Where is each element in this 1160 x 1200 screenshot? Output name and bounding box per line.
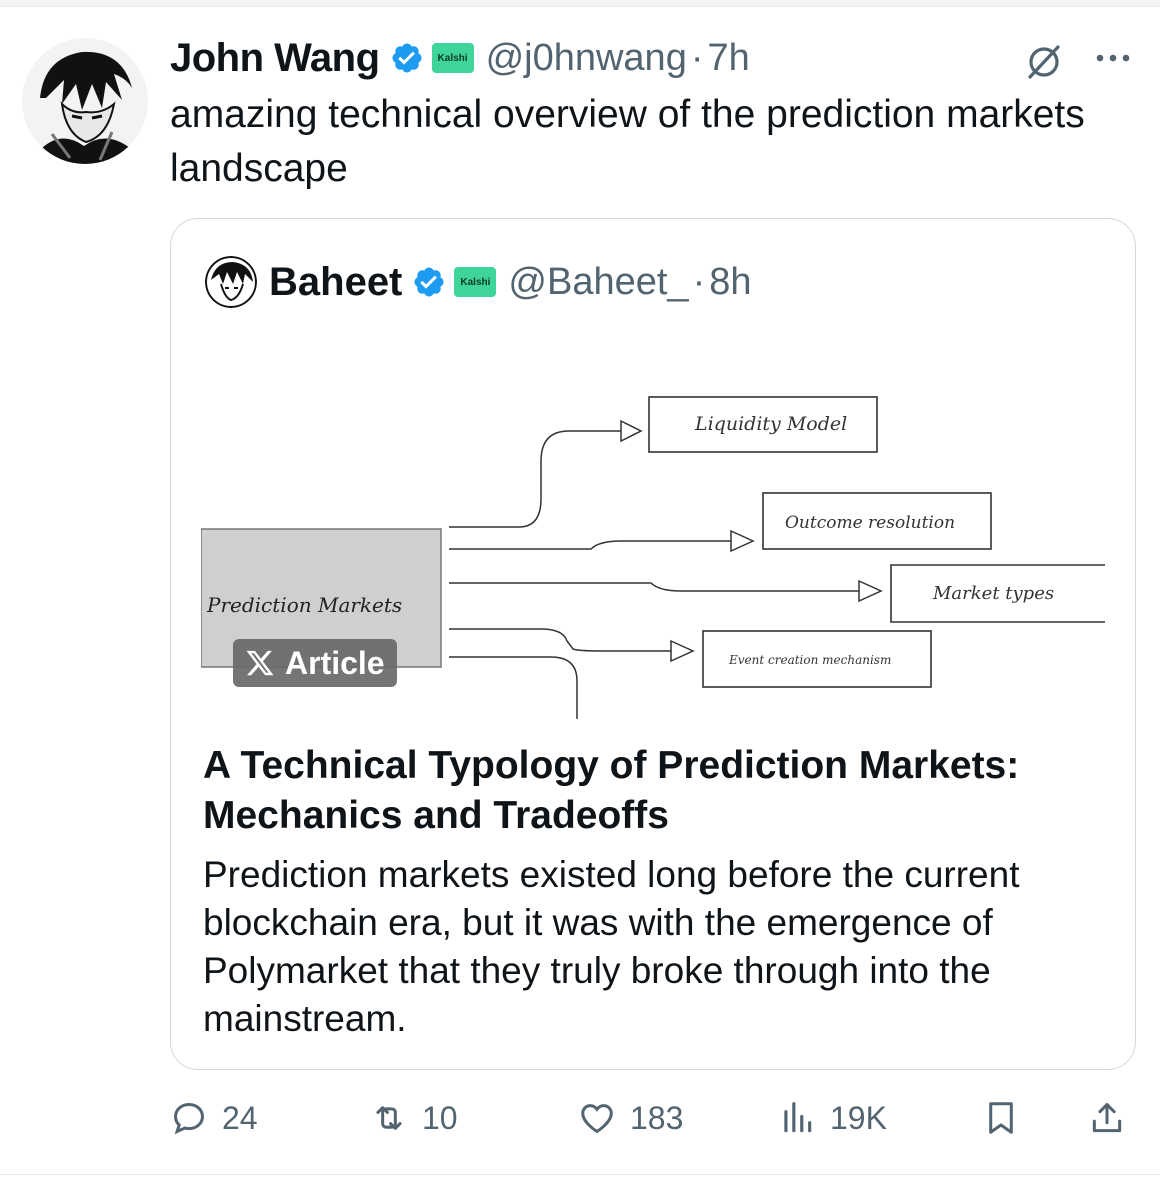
verified-icon <box>392 43 422 73</box>
top-divider <box>0 0 1160 7</box>
repost-icon <box>376 1106 402 1130</box>
views-count: 19K <box>830 1099 887 1136</box>
share-icon <box>1092 1103 1122 1133</box>
diagram-label-outcome: Outcome resolution <box>785 513 955 533</box>
quote-author-name[interactable]: Baheet <box>269 260 402 305</box>
bookmark-icon <box>989 1102 1013 1134</box>
verified-icon <box>414 267 444 297</box>
quote-author-avatar[interactable] <box>205 256 257 308</box>
grok-icon[interactable] <box>1022 40 1066 84</box>
repost-button[interactable]: 10 <box>370 1090 458 1146</box>
repost-count: 10 <box>422 1099 458 1136</box>
author-name[interactable]: John Wang <box>170 36 380 81</box>
reply-button[interactable]: 24 <box>170 1090 258 1146</box>
reply-count: 24 <box>222 1099 258 1136</box>
article-title[interactable]: A Technical Typology of Prediction Marke… <box>203 741 1103 841</box>
views-button[interactable]: 19K <box>778 1090 887 1146</box>
article-badge: Article <box>233 639 397 687</box>
quote-time[interactable]: 8h <box>709 261 751 304</box>
quote-author-handle[interactable]: @Baheet_ <box>508 261 688 304</box>
reply-icon <box>174 1103 204 1135</box>
diagram-root-label: Prediction Markets <box>206 593 402 617</box>
like-button[interactable]: 183 <box>578 1090 683 1146</box>
share-button[interactable] <box>1088 1090 1126 1146</box>
views-icon <box>784 1102 812 1133</box>
like-count: 183 <box>630 1099 684 1136</box>
quoted-tweet-card[interactable]: Baheet Kalshi @Baheet_ · 8h Prediction M… <box>170 218 1136 1070</box>
author-avatar[interactable] <box>22 38 148 164</box>
diagram-label-event-creation: Event creation mechanism <box>728 653 891 667</box>
article-description: Prediction markets existed long before t… <box>203 854 1020 1039</box>
like-icon <box>581 1104 613 1134</box>
kalshi-badge[interactable]: Kalshi <box>431 43 474 73</box>
tweet-time[interactable]: 7h <box>707 37 749 80</box>
quote-header: Baheet Kalshi @Baheet_ · 8h <box>205 256 752 308</box>
article-badge-label: Article <box>285 644 385 681</box>
x-logo-icon <box>246 650 274 676</box>
diagram-label-market-types: Market types <box>932 583 1054 604</box>
author-handle[interactable]: @j0hnwang <box>486 37 687 80</box>
separator-dot: · <box>692 260 706 303</box>
more-icon[interactable] <box>1092 44 1134 72</box>
action-bar: 24 10 183 19K <box>0 1090 1160 1146</box>
bottom-divider <box>0 1174 1160 1175</box>
tweet-text: amazing technical overview of the predic… <box>170 93 1085 190</box>
bookmark-button[interactable] <box>982 1090 1020 1146</box>
separator-dot: · <box>690 36 704 79</box>
tweet-header: John Wang Kalshi @j0hnwang · 7h <box>170 34 750 82</box>
kalshi-badge[interactable]: Kalshi <box>454 267 497 297</box>
diagram-label-liquidity: Liquidity Model <box>694 413 847 435</box>
